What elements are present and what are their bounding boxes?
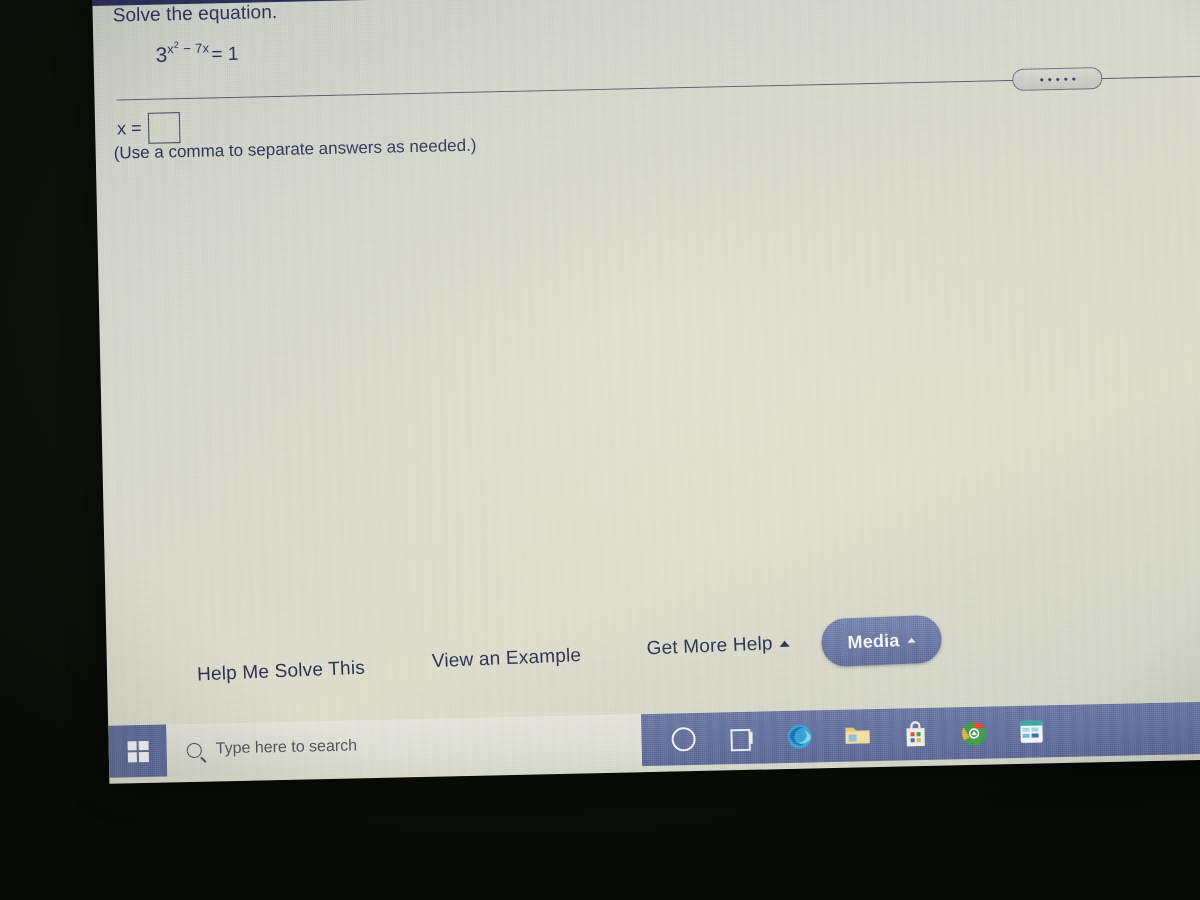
help-me-solve-this-button[interactable]: Help Me Solve This [197, 658, 366, 687]
spreadsheet-icon[interactable] [1017, 717, 1046, 746]
edge-icon[interactable] [785, 722, 814, 751]
media-button-label: Media [847, 629, 900, 652]
equation-equals: = 1 [211, 44, 239, 66]
search-placeholder: Type here to search [215, 737, 358, 758]
exponent-remainder: − 7x [183, 40, 210, 57]
photograph-of-laptop-screen: Solve the equation. 3x2 − 7x= 1 x = (Use… [0, 0, 1200, 900]
get-more-help-button[interactable]: Get More Help [646, 633, 790, 661]
action-toolbar: Help Me Solve This View an Example Get M… [196, 614, 1067, 698]
windows-logo-icon [127, 740, 149, 762]
view-an-example-button[interactable]: View an Example [431, 645, 581, 673]
dot [1039, 77, 1043, 81]
task-view-icon[interactable] [727, 724, 756, 753]
microsoft-store-icon[interactable] [901, 720, 930, 749]
dot [1071, 77, 1075, 81]
get-more-help-label: Get More Help [646, 633, 774, 660]
dot [1055, 77, 1059, 81]
laptop-screen: Solve the equation. 3x2 − 7x= 1 x = (Use… [92, 0, 1200, 784]
answer-label: x = [116, 117, 142, 139]
dot [1047, 77, 1051, 81]
search-icon [186, 742, 202, 758]
exponent-power: 2 [173, 40, 180, 51]
answer-input[interactable] [147, 112, 181, 144]
dot [1063, 77, 1067, 81]
start-button[interactable] [108, 724, 168, 778]
chrome-icon[interactable] [959, 719, 988, 748]
exercise-content: Solve the equation. 3x2 − 7x= 1 x = (Use… [92, 0, 1200, 784]
equation-base: 3 [155, 43, 168, 67]
file-explorer-icon[interactable] [843, 721, 872, 750]
ellipsis-pill[interactable] [1012, 66, 1103, 91]
equation-exponent: x2 − 7x [167, 40, 210, 57]
answer-row: x = [116, 112, 181, 144]
caret-up-icon [907, 637, 916, 643]
taskbar-search-box[interactable]: Type here to search [166, 714, 643, 777]
equation-display: 3x2 − 7x= 1 [155, 39, 238, 68]
media-button[interactable]: Media [820, 614, 943, 668]
cortana-icon[interactable] [669, 725, 698, 754]
page-title: Solve the equation. [112, 1, 278, 27]
caret-up-icon [779, 640, 790, 647]
